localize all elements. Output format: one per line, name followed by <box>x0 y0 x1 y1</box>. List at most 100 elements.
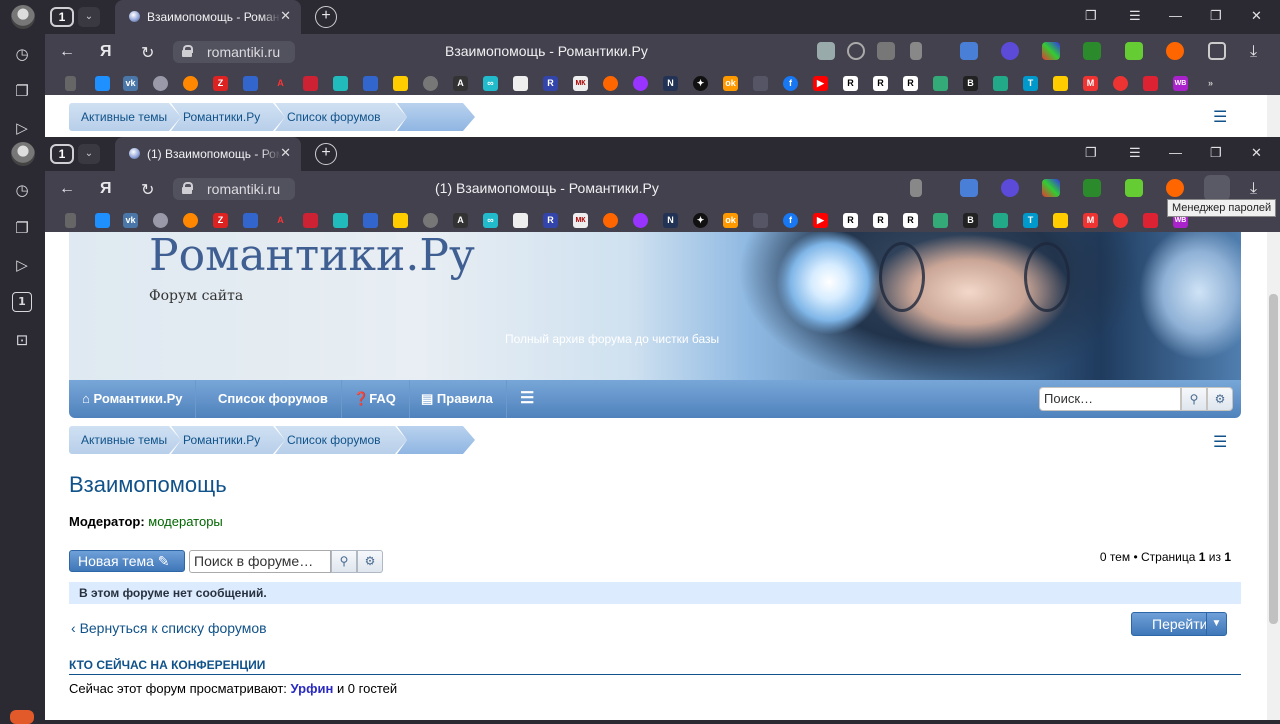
bookmark-home-icon[interactable] <box>95 76 110 91</box>
tab-counter-badge[interactable]: 1 <box>12 292 32 312</box>
scrollbar-2[interactable] <box>1267 232 1280 720</box>
bookmark-teal-icon[interactable] <box>333 213 348 228</box>
bookmark-puzzle-icon[interactable] <box>513 76 528 91</box>
bookmark-ok-icon[interactable]: ok <box>723 76 738 91</box>
nav-faq[interactable]: ❓FAQ <box>340 380 410 418</box>
extension-star-icon[interactable] <box>1042 42 1060 60</box>
bookmark-icon[interactable] <box>910 42 922 60</box>
history-icon[interactable]: ◷ <box>12 44 32 64</box>
bookmark-n-icon[interactable]: N <box>663 76 678 91</box>
extension-fox-icon[interactable] <box>1166 42 1184 60</box>
collections-icon[interactable]: ❐ <box>1085 8 1097 24</box>
moderator-link[interactable]: модераторы <box>148 514 222 529</box>
extension-arrow-icon[interactable] <box>1083 179 1101 197</box>
extension-fox-icon[interactable] <box>1166 179 1184 197</box>
apps-icon[interactable] <box>817 42 835 60</box>
back-icon[interactable]: ← <box>59 180 75 198</box>
breadcrumb-romantiki[interactable]: Романтики.Ру <box>171 103 285 131</box>
bookmark-mail-icon[interactable] <box>1053 213 1068 228</box>
bookmark-a2-icon[interactable]: A <box>453 213 468 228</box>
bookmark-gear-icon[interactable] <box>423 213 438 228</box>
bookmark-orange-icon[interactable] <box>183 213 198 228</box>
scrollbar-1[interactable] <box>1267 95 1280 137</box>
reader-icon[interactable] <box>877 42 895 60</box>
yandex-icon[interactable]: Я <box>100 43 112 61</box>
collections-icon[interactable]: ❐ <box>12 81 32 101</box>
new-tab-button[interactable]: + <box>315 6 337 28</box>
site-logo[interactable]: Романтики.Ру <box>149 232 475 281</box>
browser-tab[interactable]: (1) Взаимопомощь - Романтики.Ру ✕ <box>115 137 301 171</box>
bookmark-x-icon[interactable] <box>303 76 318 91</box>
bookmark-n-icon[interactable]: N <box>663 213 678 228</box>
collections-icon-2[interactable]: ❐ <box>12 218 32 238</box>
bookmark-mirmk-icon[interactable]: МК <box>573 213 588 228</box>
bookmark-green-icon[interactable] <box>933 76 948 91</box>
bookmark-a2-icon[interactable]: A <box>453 76 468 91</box>
bookmark-diamond-icon[interactable] <box>243 76 258 91</box>
bookmark-r-icon[interactable]: R <box>543 76 558 91</box>
browser-tab[interactable]: Взаимопомощь - Романтики.Ру ✕ <box>115 0 301 34</box>
history-icon-2[interactable]: ◷ <box>12 180 32 200</box>
minimize-icon[interactable]: — <box>1169 8 1182 23</box>
bookmark-mail-icon[interactable] <box>1053 76 1068 91</box>
reload-icon[interactable]: ↻ <box>141 43 154 63</box>
tab-list-dropdown[interactable]: ⌄ <box>78 144 100 164</box>
tab-count-button[interactable]: 1 <box>50 7 74 27</box>
bookmark-r3-icon[interactable]: R <box>873 213 888 228</box>
menu-icon[interactable]: ☰ <box>1129 8 1141 24</box>
jump-to-button[interactable]: Перейти ▼ <box>1131 612 1227 636</box>
reload-icon[interactable]: ↻ <box>141 180 154 200</box>
search-icon[interactable]: ⚲ <box>1181 387 1207 411</box>
bookmark-link-icon[interactable] <box>993 76 1008 91</box>
bookmark-z-icon[interactable]: Z <box>213 213 228 228</box>
bookmark-youtube-icon[interactable]: ▶ <box>813 213 828 228</box>
app-icon[interactable] <box>10 710 34 724</box>
advanced-search-gear-icon[interactable]: ⚙ <box>1207 387 1233 411</box>
screenshot-icon[interactable]: ⊡ <box>12 330 32 350</box>
bookmark-person-icon[interactable] <box>753 213 768 228</box>
bookmark-page-icon[interactable] <box>65 213 76 228</box>
profile-avatar[interactable] <box>11 142 35 166</box>
bookmark-wb-icon[interactable]: WB <box>1173 76 1188 91</box>
extension-badge-icon[interactable] <box>1125 42 1143 60</box>
yandex-icon[interactable]: Я <box>100 180 112 198</box>
bookmark-x-icon[interactable] <box>303 213 318 228</box>
hamburger-menu-icon[interactable]: ☰ <box>1213 432 1227 452</box>
bookmark-r3-icon[interactable]: R <box>873 76 888 91</box>
bookmark-ok-icon[interactable]: ok <box>723 213 738 228</box>
breadcrumb-forum-list[interactable]: Список форумов <box>275 426 407 454</box>
adguard-icon[interactable] <box>1001 179 1019 197</box>
bookmark-r4-icon[interactable]: R <box>903 76 918 91</box>
bookmark-t-icon[interactable]: T <box>1023 76 1038 91</box>
new-topic-button[interactable]: Новая тема ✎ <box>69 550 185 572</box>
back-to-forums-link[interactable]: ‹ Вернуться к списку форумов <box>71 620 267 636</box>
bookmark-gmail-icon[interactable]: M <box>1083 213 1098 228</box>
bookmarks-overflow-icon[interactable]: » <box>1203 76 1218 91</box>
menu-icon[interactable]: ☰ <box>1129 145 1141 161</box>
breadcrumb-active-topics[interactable]: Активные темы <box>69 103 181 131</box>
video-icon-2[interactable]: ▷ <box>12 255 32 275</box>
bookmark-diamond-icon[interactable] <box>243 213 258 228</box>
bookmark-home-icon[interactable] <box>95 213 110 228</box>
bookmark-orange-icon[interactable] <box>183 76 198 91</box>
bookmark-r2-icon[interactable]: R <box>843 76 858 91</box>
bookmark-gmail-icon[interactable]: M <box>1083 76 1098 91</box>
bookmark-person-icon[interactable] <box>753 76 768 91</box>
bookmark-gear-icon[interactable] <box>423 76 438 91</box>
bookmark-facebook-icon[interactable]: f <box>783 213 798 228</box>
url-field[interactable]: romantiki.ru <box>173 178 295 200</box>
close-tab-icon[interactable]: ✕ <box>280 8 291 24</box>
download-icon[interactable]: ⤓ <box>1250 43 1257 61</box>
minimize-icon[interactable]: — <box>1169 145 1182 160</box>
bookmark-blue-diamond-icon[interactable] <box>363 76 378 91</box>
video-icon[interactable]: ▷ <box>12 118 32 138</box>
breadcrumb-romantiki[interactable]: Романтики.Ру <box>171 426 285 454</box>
bookmark-mirmk-icon[interactable]: МК <box>573 76 588 91</box>
bookmark-red-icon[interactable] <box>1113 76 1128 91</box>
forum-search-icon[interactable]: ⚲ <box>331 550 357 573</box>
password-manager-icon[interactable] <box>1204 175 1230 201</box>
close-window-icon[interactable]: ✕ <box>1251 8 1262 24</box>
bookmark-grid-icon[interactable] <box>1143 213 1158 228</box>
profile-avatar[interactable] <box>11 5 35 29</box>
bookmark-a-icon[interactable]: A <box>273 213 288 228</box>
